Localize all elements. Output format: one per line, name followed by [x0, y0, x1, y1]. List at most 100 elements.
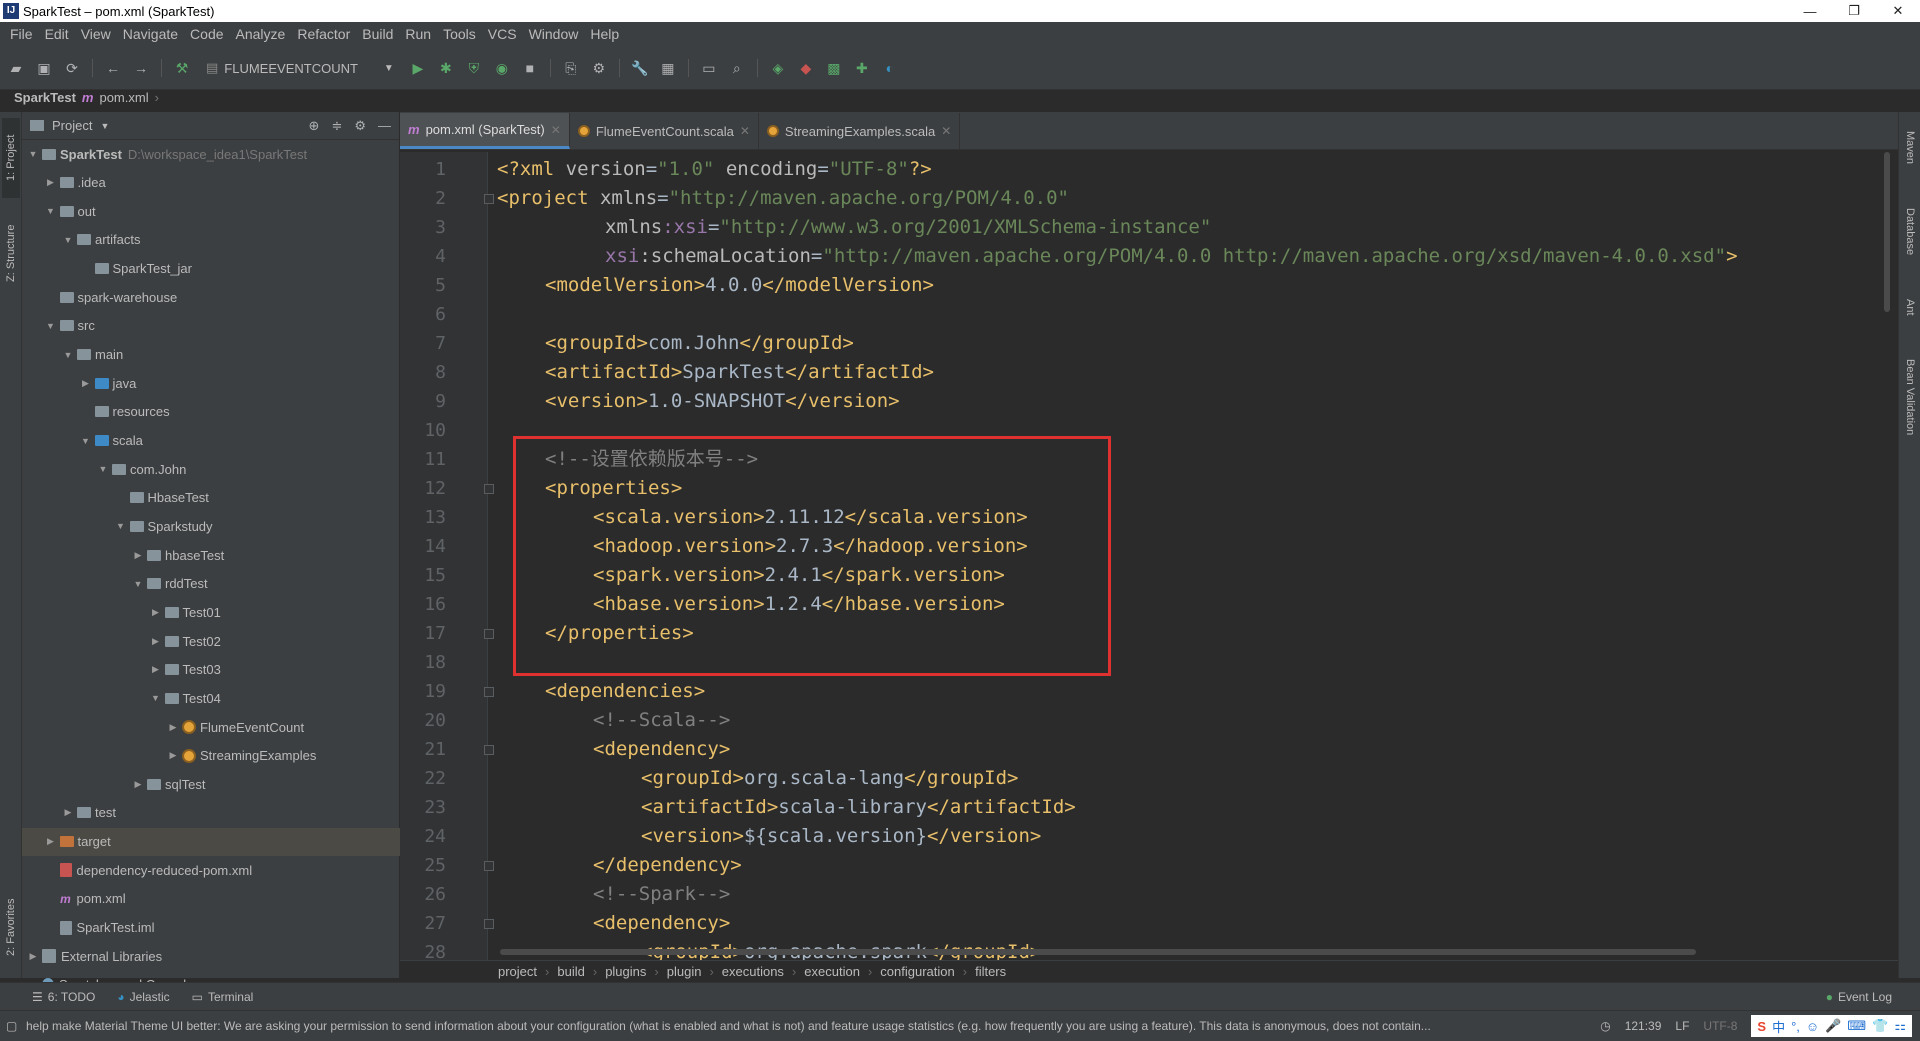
- tree-item[interactable]: ▼ Test04: [22, 684, 400, 712]
- tab-streamingexamples[interactable]: StreamingExamples.scala ✕: [759, 113, 961, 149]
- build-hammer-icon[interactable]: ⚒: [170, 57, 194, 79]
- ime-toolbar[interactable]: S 中 °, ☺ 🎤 ⌨ 👕 ⚏: [1751, 1015, 1912, 1037]
- tree-item[interactable]: ▶ StreamingExamples: [22, 742, 400, 770]
- tree-item[interactable]: ▼ rddTest: [22, 570, 400, 598]
- tree-item[interactable]: ▶ target: [22, 827, 400, 856]
- debug-icon[interactable]: ✱: [434, 57, 458, 79]
- menu-build[interactable]: Build: [356, 26, 399, 42]
- project-panel-title[interactable]: Project: [52, 118, 92, 133]
- maximize-button[interactable]: ❐: [1832, 0, 1876, 22]
- tree-item[interactable]: ▼ src: [22, 312, 400, 340]
- plugin-color-icon[interactable]: ◆: [794, 57, 818, 79]
- fold-marker-icon[interactable]: [484, 629, 494, 639]
- collapsed-arrow-icon[interactable]: ▶: [26, 951, 40, 962]
- tree-item[interactable]: ▼ com.John: [22, 455, 400, 483]
- menu-edit[interactable]: Edit: [39, 26, 75, 42]
- event-log-button[interactable]: ● Event Log: [1826, 990, 1892, 1004]
- tree-item[interactable]: ▶ sqlTest: [22, 770, 400, 798]
- vertical-scrollbar[interactable]: [1884, 152, 1890, 312]
- tree-item[interactable]: resources: [22, 398, 400, 426]
- hide-panel-icon[interactable]: —: [378, 118, 391, 134]
- menu-file[interactable]: File: [4, 26, 39, 42]
- tree-item[interactable]: ▶ FlumeEventCount: [22, 713, 400, 741]
- menu-navigate[interactable]: Navigate: [117, 26, 184, 42]
- collapsed-arrow-icon[interactable]: ▶: [166, 722, 180, 733]
- expanded-arrow-icon[interactable]: ▼: [79, 436, 93, 446]
- close-window-button[interactable]: ✕: [1876, 0, 1920, 22]
- back-icon[interactable]: ←: [101, 57, 125, 79]
- tree-item[interactable]: ▼ artifacts: [22, 226, 400, 254]
- menu-code[interactable]: Code: [184, 26, 229, 42]
- file-encoding[interactable]: UTF-8: [1703, 1019, 1737, 1033]
- database-tool-tab[interactable]: Database: [1901, 192, 1919, 272]
- plugin-blue-icon[interactable]: ◐: [878, 57, 902, 79]
- terminal-tool-button[interactable]: ▭ Terminal: [192, 990, 254, 1004]
- collapse-all-icon[interactable]: ≑: [331, 118, 342, 134]
- tab-flumeeventcount[interactable]: FlumeEventCount.scala ✕: [570, 113, 759, 149]
- settings-wrench-icon[interactable]: 🔧: [628, 57, 652, 79]
- run-icon[interactable]: ▶: [406, 57, 430, 79]
- menu-view[interactable]: View: [75, 26, 117, 42]
- search-icon[interactable]: ⌕: [725, 57, 749, 79]
- tree-item[interactable]: ▶ Test01: [22, 598, 400, 626]
- tree-item[interactable]: ▶ test: [22, 799, 400, 827]
- terminal-icon[interactable]: ▭: [697, 57, 721, 79]
- fold-marker-icon[interactable]: [484, 687, 494, 697]
- minimize-button[interactable]: —: [1788, 0, 1832, 22]
- jelastic-tool-button[interactable]: ◕ Jelastic: [117, 990, 169, 1004]
- ant-tool-tab[interactable]: Ant: [1901, 282, 1919, 332]
- tree-item[interactable]: HbaseTest: [22, 484, 400, 512]
- xml-path-item[interactable]: executions: [722, 964, 784, 979]
- expanded-arrow-icon[interactable]: ▼: [96, 464, 110, 474]
- collapsed-arrow-icon[interactable]: ▶: [131, 550, 145, 561]
- collapsed-arrow-icon[interactable]: ▶: [149, 636, 163, 647]
- sync-icon[interactable]: ⟳: [60, 57, 84, 79]
- project-tool-tab[interactable]: 1: Project: [2, 118, 20, 198]
- close-icon[interactable]: ✕: [740, 124, 750, 138]
- status-message[interactable]: help make Material Theme UI better: We a…: [0, 1019, 1600, 1033]
- menu-refactor[interactable]: Refactor: [291, 26, 356, 42]
- expanded-arrow-icon[interactable]: ▼: [149, 693, 163, 703]
- fold-marker-icon[interactable]: [484, 919, 494, 929]
- xml-path-item[interactable]: build: [557, 964, 584, 979]
- run-configuration-select[interactable]: ▤ FLUMEEVENTCOUNT ▼: [198, 60, 402, 76]
- menu-window[interactable]: Window: [523, 26, 585, 42]
- gear-icon[interactable]: ⚙: [354, 118, 366, 134]
- collapsed-arrow-icon[interactable]: ▶: [149, 607, 163, 618]
- tree-item[interactable]: ▼ Sparkstudy: [22, 512, 400, 540]
- fold-marker-icon[interactable]: [484, 484, 494, 494]
- expanded-arrow-icon[interactable]: ▼: [61, 235, 75, 245]
- fold-marker-icon[interactable]: [484, 861, 494, 871]
- collapsed-arrow-icon[interactable]: ▶: [131, 779, 145, 790]
- tree-item[interactable]: dependency-reduced-pom.xml: [22, 856, 400, 884]
- forward-icon[interactable]: →: [129, 57, 153, 79]
- tree-item[interactable]: ▶ Test03: [22, 656, 400, 684]
- tree-item[interactable]: ▶ External Libraries: [22, 942, 400, 970]
- collapsed-arrow-icon[interactable]: ▶: [61, 807, 75, 818]
- favorites-tool-tab[interactable]: 2: Favorites: [2, 882, 20, 972]
- tree-item[interactable]: ▼ out: [22, 197, 400, 225]
- expanded-arrow-icon[interactable]: ▼: [44, 206, 58, 216]
- expanded-arrow-icon[interactable]: ▼: [61, 350, 75, 360]
- coverage-icon[interactable]: ⛨: [462, 57, 486, 79]
- tree-item[interactable]: ▼ scala: [22, 427, 400, 455]
- profile-icon[interactable]: ◉: [490, 57, 514, 79]
- plugin-green-icon[interactable]: ◈: [766, 57, 790, 79]
- bean-validation-tool-tab[interactable]: Bean Validation: [1901, 342, 1919, 452]
- fold-marker-icon[interactable]: [484, 194, 494, 204]
- locate-file-icon[interactable]: ⊕: [309, 118, 320, 134]
- collapsed-arrow-icon[interactable]: ▶: [149, 664, 163, 675]
- tree-item[interactable]: ▶ .idea: [22, 169, 400, 197]
- close-icon[interactable]: ✕: [551, 123, 561, 137]
- chevron-down-icon[interactable]: ▼: [100, 121, 109, 131]
- project-structure-icon[interactable]: ▦: [656, 57, 680, 79]
- breadcrumb-project[interactable]: SparkTest: [14, 90, 76, 105]
- collapsed-arrow-icon[interactable]: ▶: [79, 378, 93, 389]
- collapsed-arrow-icon[interactable]: ▶: [44, 836, 58, 847]
- expanded-arrow-icon[interactable]: ▼: [26, 149, 40, 159]
- tree-item[interactable]: SparkTest_jar: [22, 255, 400, 283]
- tab-pom-xml[interactable]: m pom.xml (SparkTest) ✕: [400, 113, 570, 149]
- tree-item[interactable]: ▼ main: [22, 341, 400, 369]
- tree-item[interactable]: spark-warehouse: [22, 283, 400, 311]
- expanded-arrow-icon[interactable]: ▼: [131, 579, 145, 589]
